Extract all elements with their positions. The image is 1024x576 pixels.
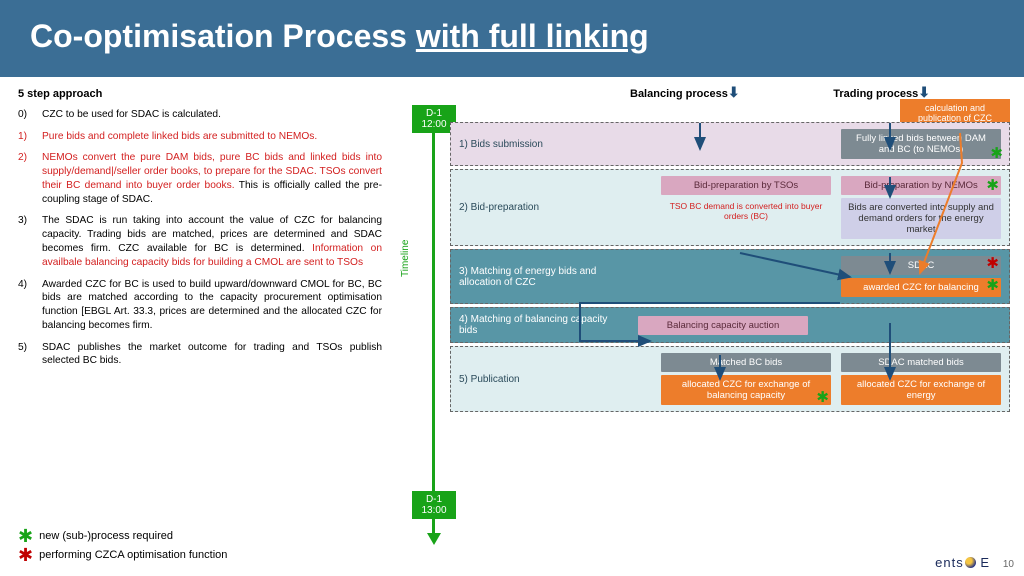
cell-tso-prep-note: TSO BC demand is converted into buyer or… <box>661 201 831 221</box>
timeline-axis <box>432 119 435 537</box>
cell-balancing-auction: Balancing capacity auction <box>638 316 808 335</box>
slide-number: 10 <box>1003 559 1014 570</box>
step-2: 2)NEMOs convert the pure DAM bids, pure … <box>18 151 382 206</box>
cell-nemo-prep-note: Bids are converted into supply and deman… <box>841 198 1001 239</box>
timeline-bottom: D-1 13:00 <box>412 491 456 519</box>
row-matching-energy: 3) Matching of energy bids and allocatio… <box>450 249 1010 304</box>
slide-body: 5 step approach 0)CZC to be used for SDA… <box>0 77 1024 567</box>
cell-nemo-prep: Bid-preparation by NEMOs ✱ <box>841 176 1001 195</box>
timeline-arrowhead-icon <box>427 533 441 545</box>
legend-czca: ✱performing CZCA optimisation function <box>18 548 227 562</box>
balancing-header: Balancing process⬇ <box>630 83 740 100</box>
entsoe-logo: ents E <box>935 555 990 570</box>
legend: ✱new (sub-)process required ✱performing … <box>18 525 227 562</box>
new-process-marker-icon: ✱ <box>816 390 829 405</box>
cell-matched-bc: Matched BC bids <box>661 353 831 372</box>
step-0: 0)CZC to be used for SDAC is calculated. <box>18 108 382 122</box>
diagram-rows: 1) Bids submission Fully linked bids bet… <box>390 122 1010 412</box>
title-plain: Co-optimisation Process <box>30 18 416 54</box>
row-publication: 5) Publication Matched BC bids allocated… <box>450 346 1010 412</box>
row-bids-submission: 1) Bids submission Fully linked bids bet… <box>450 122 1010 166</box>
step-5: 5)SDAC publishes the market outcome for … <box>18 341 382 369</box>
slide-title: Co-optimisation Process with full linkin… <box>0 0 1024 77</box>
right-diagram: Timeline D-1 12:00 D-1 13:00 Balancing p… <box>390 77 1024 567</box>
cell-alloc-czc-energy: allocated CZC for exchange of energy <box>841 375 1001 405</box>
cell-linked-bids: Fully linked bids between DAM and BC (to… <box>841 129 1001 159</box>
row-bid-preparation: 2) Bid-preparation Bid-preparation by TS… <box>450 169 1010 246</box>
step-3: 3)The SDAC is run taking into account th… <box>18 214 382 269</box>
cell-sdac-matched: SDAC matched bids <box>841 353 1001 372</box>
cell-awarded-czc: awarded CZC for balancing ✱ <box>841 278 1001 297</box>
timeline-label: Timeline <box>400 240 411 277</box>
green-star-icon: ✱ <box>18 529 33 543</box>
column-headers: Balancing process⬇ Trading process⬇ <box>390 83 1010 100</box>
trading-header: Trading process⬇ <box>833 83 930 100</box>
title-underline: with full linking <box>416 18 649 54</box>
steps-list: 0)CZC to be used for SDAC is calculated.… <box>18 108 382 368</box>
left-column: 5 step approach 0)CZC to be used for SDA… <box>0 77 390 567</box>
down-arrow-icon: ⬇ <box>728 85 740 99</box>
cell-alloc-czc-bal: allocated CZC for exchange of balancing … <box>661 375 831 405</box>
new-process-marker-icon: ✱ <box>986 278 999 293</box>
cell-tso-prep: Bid-preparation by TSOs <box>661 176 831 195</box>
steps-heading: 5 step approach <box>18 87 382 102</box>
czca-marker-icon: ✱ <box>986 256 999 271</box>
legend-new-process: ✱new (sub-)process required <box>18 529 227 543</box>
cell-sdac: SDAC ✱ <box>841 256 1001 275</box>
step-4: 4)Awarded CZC for BC is used to build up… <box>18 278 382 333</box>
logo-globe-icon <box>965 557 976 568</box>
new-process-marker-icon: ✱ <box>986 178 999 193</box>
new-process-marker-icon: ✱ <box>990 146 1003 161</box>
down-arrow-icon: ⬇ <box>918 85 930 99</box>
row-matching-balancing: 4) Matching of balancing capacity bids B… <box>450 307 1010 343</box>
step-1: 1)Pure bids and complete linked bids are… <box>18 130 382 144</box>
red-star-icon: ✱ <box>18 548 33 562</box>
